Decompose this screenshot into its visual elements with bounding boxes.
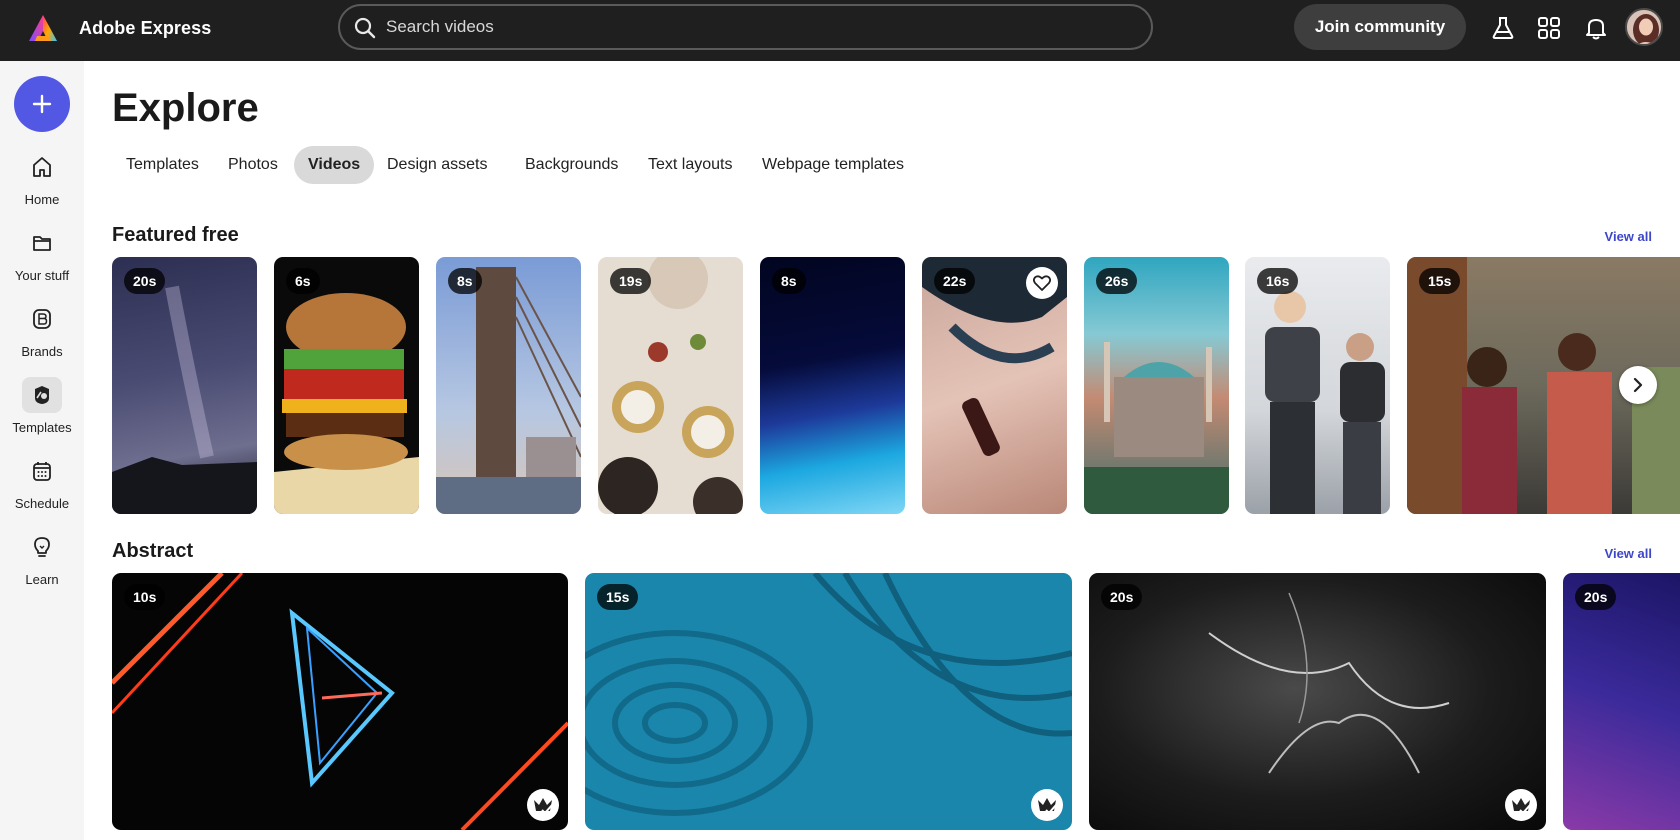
sidebar: Home Your stuff Brands Templates Schedul…	[0, 61, 84, 840]
premium-crown-icon	[534, 798, 553, 815]
apps-grid-icon[interactable]	[1536, 15, 1562, 41]
sidebar-item-learn[interactable]: Learn	[0, 529, 84, 595]
premium-crown-icon	[1512, 798, 1531, 815]
sidebar-item-label: Learn	[25, 572, 59, 587]
video-card[interactable]: 20s	[1089, 573, 1546, 830]
folder-icon	[33, 236, 51, 251]
sidebar-item-label: Templates	[12, 420, 72, 435]
sidebar-item-label: Schedule	[14, 496, 70, 511]
top-bar: Adobe Express Join community	[0, 0, 1680, 61]
duration-badge: 20s	[1575, 584, 1617, 610]
duration-badge: 6s	[286, 268, 320, 294]
heart-icon	[1033, 275, 1051, 291]
labs-flask-icon[interactable]	[1490, 15, 1516, 41]
view-all-featured-link[interactable]: View all	[1605, 229, 1652, 244]
user-avatar[interactable]	[1625, 8, 1663, 46]
premium-badge	[527, 789, 559, 821]
video-card[interactable]: 26s	[1084, 257, 1229, 514]
duration-badge: 26s	[1096, 268, 1138, 294]
duration-badge: 10s	[124, 584, 166, 610]
home-icon	[33, 157, 51, 177]
search-icon	[354, 17, 376, 39]
video-card[interactable]: 15s	[585, 573, 1072, 830]
video-card[interactable]: 6s	[274, 257, 419, 514]
premium-crown-icon	[1038, 798, 1057, 815]
page-title: Explore	[112, 86, 259, 130]
brand-icon	[33, 309, 51, 329]
view-all-abstract-link[interactable]: View all	[1605, 546, 1652, 561]
tab-templates[interactable]: Templates	[112, 146, 213, 184]
sidebar-item-schedule[interactable]: Schedule	[0, 453, 84, 519]
chevron-right-icon	[1633, 377, 1643, 393]
duration-badge: 15s	[1419, 268, 1461, 294]
tab-backgrounds[interactable]: Backgrounds	[511, 146, 632, 184]
create-new-button[interactable]	[14, 76, 70, 132]
favorite-button[interactable]	[1026, 267, 1058, 299]
video-card[interactable]: 22s	[922, 257, 1067, 514]
plus-icon	[32, 94, 52, 114]
premium-badge	[1505, 789, 1537, 821]
video-card[interactable]: 10s	[112, 573, 568, 830]
lightbulb-icon	[34, 537, 50, 557]
section-title-abstract: Abstract	[112, 540, 194, 562]
sidebar-item-label: Your stuff	[14, 268, 70, 283]
search-bar[interactable]	[338, 4, 1153, 50]
section-title-featured: Featured free	[112, 224, 239, 246]
sidebar-item-home[interactable]: Home	[0, 149, 84, 215]
tab-webpage-templates[interactable]: Webpage templates	[748, 146, 918, 184]
sidebar-item-templates[interactable]: Templates	[0, 377, 84, 443]
duration-badge: 19s	[610, 268, 652, 294]
app-title: Adobe Express	[79, 18, 212, 38]
video-card[interactable]: 8s	[760, 257, 905, 514]
video-card[interactable]: 16s	[1245, 257, 1390, 514]
sidebar-item-brands[interactable]: Brands	[0, 301, 84, 367]
notifications-bell-icon[interactable]	[1583, 15, 1609, 41]
video-card[interactable]: 20s	[1563, 573, 1680, 830]
carousel-next-button[interactable]	[1619, 366, 1657, 404]
sidebar-item-label: Home	[24, 192, 60, 207]
tab-design-assets[interactable]: Design assets	[373, 146, 502, 184]
video-card[interactable]: 19s	[598, 257, 743, 514]
sidebar-item-label: Brands	[21, 344, 63, 359]
join-community-button[interactable]: Join community	[1294, 4, 1466, 50]
templates-icon	[35, 386, 49, 404]
tab-photos[interactable]: Photos	[214, 146, 292, 184]
duration-badge: 20s	[1101, 584, 1143, 610]
duration-badge: 16s	[1257, 268, 1299, 294]
duration-badge: 22s	[934, 268, 976, 294]
adobe-express-logo-icon[interactable]	[28, 14, 58, 42]
duration-badge: 20s	[124, 268, 166, 294]
search-input[interactable]	[386, 6, 1126, 48]
video-card[interactable]: 20s	[112, 257, 257, 514]
calendar-icon	[33, 462, 51, 481]
duration-badge: 8s	[448, 268, 482, 294]
video-card[interactable]: 8s	[436, 257, 581, 514]
tab-text-layouts[interactable]: Text layouts	[634, 146, 746, 184]
tab-videos[interactable]: Videos	[294, 146, 375, 184]
duration-badge: 15s	[597, 584, 639, 610]
duration-badge: 8s	[772, 268, 806, 294]
sidebar-item-your-stuff[interactable]: Your stuff	[0, 225, 84, 291]
premium-badge	[1031, 789, 1063, 821]
